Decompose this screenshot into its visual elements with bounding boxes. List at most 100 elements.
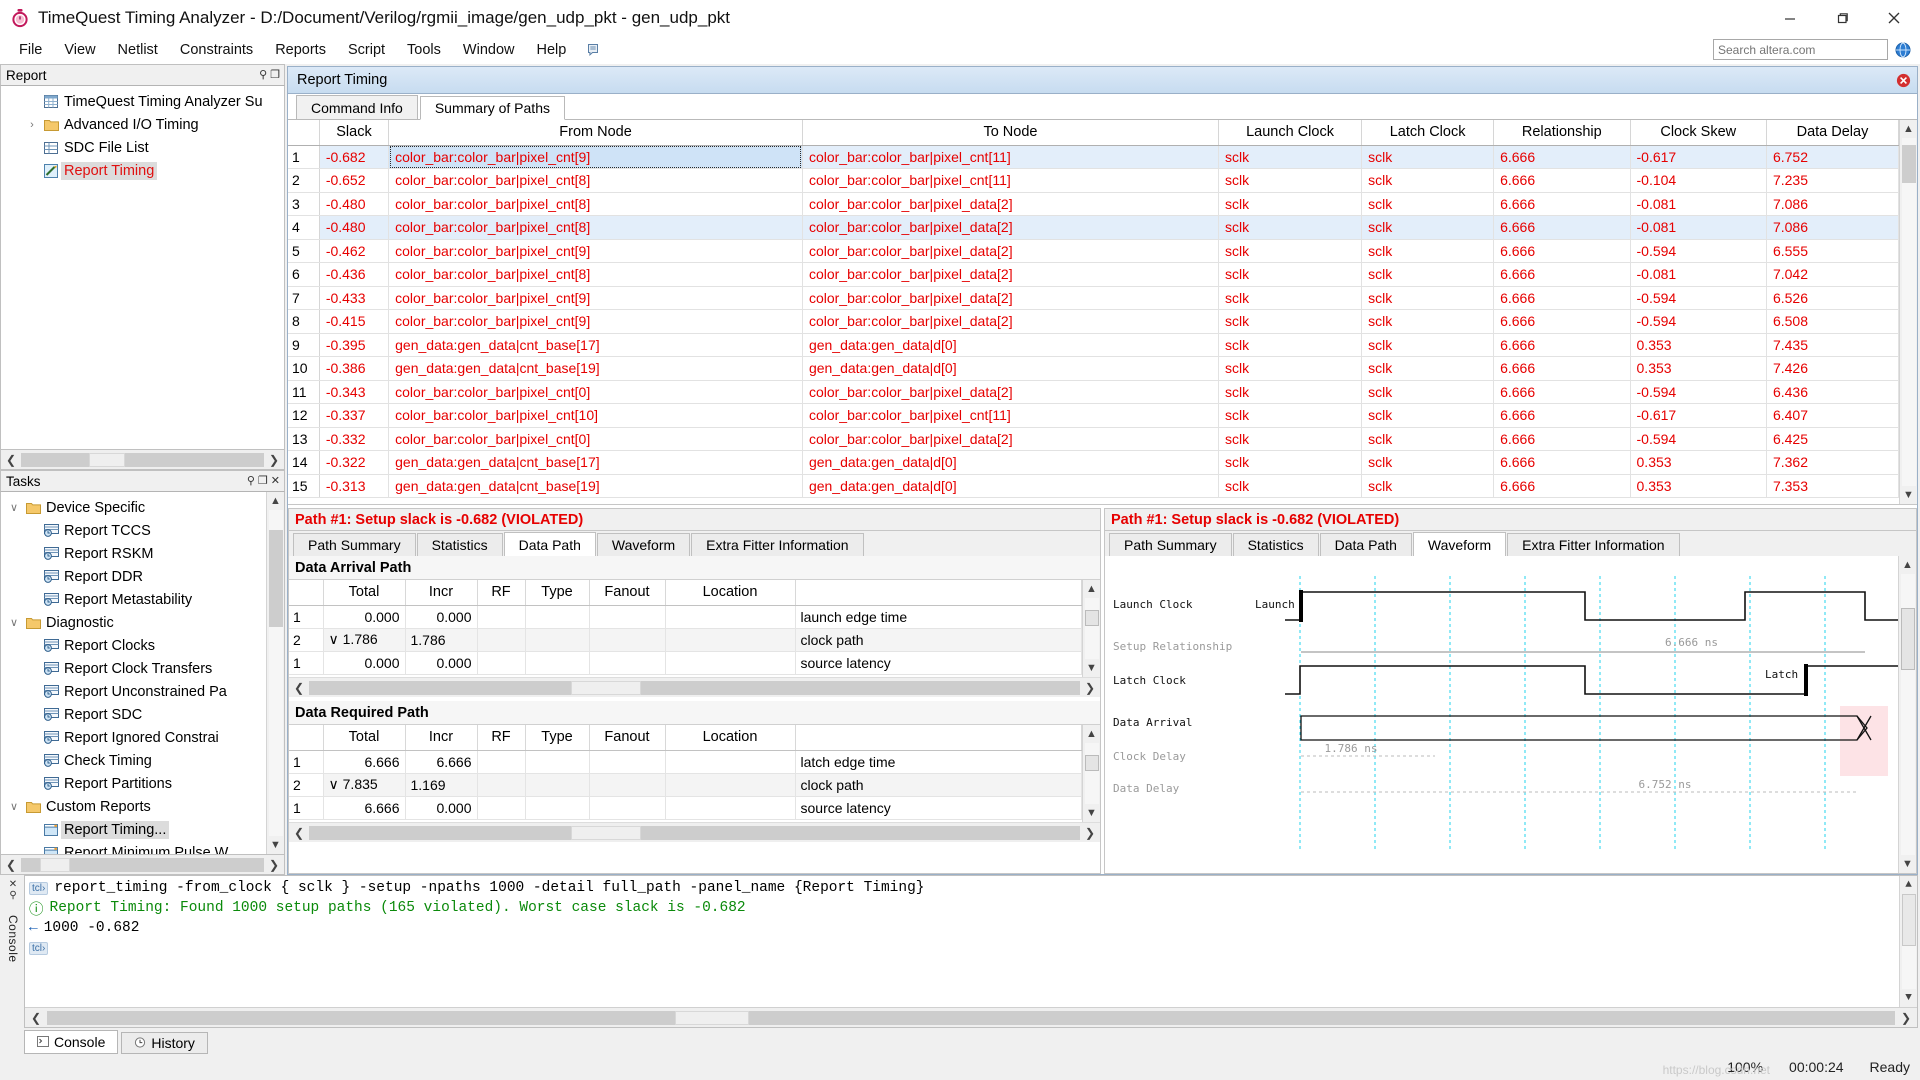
tree-item-diagnostic[interactable]: ∨ Diagnostic — [1, 611, 266, 634]
latch-clock-cell[interactable]: sclk — [1361, 286, 1495, 310]
data-delay-cell[interactable]: 6.436 — [1766, 380, 1899, 404]
latch-clock-cell[interactable]: sclk — [1361, 239, 1495, 263]
total-cell[interactable]: ∨ 7.835 — [323, 773, 406, 797]
from-node-cell[interactable]: gen_data:gen_data|cnt_base[17] — [388, 333, 803, 357]
from-node-cell[interactable]: color_bar:color_bar|pixel_cnt[0] — [388, 427, 803, 451]
summary-col-clock-skew[interactable]: Clock Skew — [1630, 120, 1767, 146]
relationship-cell[interactable]: 6.666 — [1493, 168, 1631, 193]
launch-clock-cell[interactable]: sclk — [1218, 215, 1363, 240]
relationship-cell[interactable]: 6.666 — [1493, 474, 1631, 498]
location-cell[interactable] — [665, 605, 796, 629]
scroll-up-icon[interactable]: ▲ — [1086, 580, 1097, 598]
tree-item-report-timing[interactable]: Report Timing — [1, 159, 284, 182]
scroll-left-icon[interactable]: ❮ — [1, 453, 21, 467]
tree-item-report-clock-transfers[interactable]: Report Clock Transfers — [1, 657, 266, 680]
row-number[interactable]: 5 — [288, 239, 320, 263]
tab-waveform[interactable]: Waveform — [1412, 532, 1507, 557]
table-row[interactable]: 10 -0.386 gen_data:gen_data|cnt_base[19] ge… — [288, 356, 1899, 381]
slack-cell[interactable]: -0.395 — [319, 333, 390, 357]
tab-extra-fitter-information[interactable]: Extra Fitter Information — [1507, 533, 1680, 556]
table-row[interactable]: 1 0.000 0.000 source latency — [289, 651, 1082, 675]
clock-skew-cell[interactable]: 0.353 — [1630, 333, 1767, 357]
pin-icon[interactable]: ⚲ — [259, 69, 267, 81]
relationship-cell[interactable]: 6.666 — [1493, 145, 1631, 169]
type-cell[interactable] — [525, 605, 590, 629]
float-icon[interactable]: ❐ — [270, 69, 280, 81]
launch-clock-cell[interactable]: sclk — [1218, 286, 1363, 310]
menu-window[interactable]: Window — [452, 39, 526, 61]
from-node-cell[interactable]: color_bar:color_bar|pixel_cnt[0] — [388, 380, 803, 404]
console-side-tab[interactable]: ✕ ⚲ Console — [2, 875, 24, 1028]
globe-icon[interactable] — [1894, 41, 1912, 59]
table-row[interactable]: 1 0.000 0.000 launch edge time — [289, 605, 1082, 629]
arrival-col-fanout[interactable]: Fanout — [589, 580, 666, 606]
relationship-cell[interactable]: 6.666 — [1493, 215, 1631, 240]
scroll-up-icon[interactable]: ▲ — [1086, 725, 1097, 743]
tree-item-check-timing[interactable]: Check Timing — [1, 749, 266, 772]
data-arrival-table[interactable]: Total Incr RF Type Fanout Location 1 0.000 0.00… — [289, 580, 1082, 675]
to-node-cell[interactable]: color_bar:color_bar|pixel_cnt[11] — [802, 145, 1219, 169]
from-node-cell[interactable]: gen_data:gen_data|cnt_base[19] — [388, 474, 803, 498]
menu-constraints[interactable]: Constraints — [169, 39, 264, 61]
clock-skew-cell[interactable]: -0.081 — [1630, 262, 1767, 287]
close-icon[interactable]: ✕ — [9, 879, 17, 890]
from-node-cell[interactable]: color_bar:color_bar|pixel_cnt[8] — [388, 192, 803, 216]
latch-clock-cell[interactable]: sclk — [1361, 168, 1495, 193]
to-node-cell[interactable]: color_bar:color_bar|pixel_data[2] — [802, 192, 1219, 216]
table-row[interactable]: 2 ∨ 1.786 1.786 clock path — [289, 628, 1082, 652]
tree-item-report-clocks[interactable]: Report Clocks — [1, 634, 266, 657]
table-row[interactable]: 1 6.666 6.666 latch edge time — [289, 750, 1082, 774]
fanout-cell[interactable] — [589, 796, 666, 820]
scroll-left-icon[interactable]: ❮ — [289, 681, 309, 695]
row-number[interactable]: 9 — [288, 333, 320, 357]
table-row[interactable]: 11 -0.343 color_bar:color_bar|pixel_cnt[0]… — [288, 380, 1899, 404]
description-cell[interactable]: source latency — [795, 651, 1082, 675]
tasks-tree-hscrollbar[interactable]: ❮ ❯ — [0, 855, 285, 875]
clock-skew-cell[interactable]: -0.594 — [1630, 286, 1767, 310]
summary-col-data-delay[interactable]: Data Delay — [1766, 120, 1899, 146]
required-col-incr[interactable]: Incr — [405, 725, 478, 751]
clock-skew-cell[interactable]: -0.594 — [1630, 427, 1767, 451]
tree-item-timequest-timing-analyzer-su[interactable]: TimeQuest Timing Analyzer Su — [1, 90, 284, 113]
table-row[interactable]: 14 -0.322 gen_data:gen_data|cnt_base[17] ge… — [288, 450, 1899, 475]
summary-col-launch-clock[interactable]: Launch Clock — [1218, 120, 1363, 146]
clock-skew-cell[interactable]: -0.617 — [1630, 145, 1767, 169]
relationship-cell[interactable]: 6.666 — [1493, 356, 1631, 381]
launch-clock-cell[interactable]: sclk — [1218, 474, 1363, 498]
required-col-n7[interactable] — [795, 725, 1082, 751]
description-cell[interactable]: clock path — [795, 773, 1082, 797]
total-cell[interactable]: 0.000 — [323, 605, 406, 629]
fanout-cell[interactable] — [589, 605, 666, 629]
row-number[interactable]: 8 — [288, 309, 320, 334]
tree-item-report-metastability[interactable]: Report Metastability — [1, 588, 266, 611]
clock-skew-cell[interactable]: -0.081 — [1630, 192, 1767, 216]
latch-clock-cell[interactable]: sclk — [1361, 427, 1495, 451]
from-node-cell[interactable]: color_bar:color_bar|pixel_cnt[9] — [388, 286, 803, 310]
data-delay-cell[interactable]: 7.042 — [1766, 262, 1899, 287]
chevron-right-icon[interactable]: › — [23, 119, 41, 131]
table-row[interactable]: 7 -0.433 color_bar:color_bar|pixel_cnt[9] c… — [288, 286, 1899, 310]
tab-history[interactable]: History — [121, 1032, 208, 1054]
slack-cell[interactable]: -0.480 — [319, 192, 390, 216]
launch-clock-cell[interactable]: sclk — [1218, 427, 1363, 451]
data-delay-cell[interactable]: 7.435 — [1766, 333, 1899, 357]
data-delay-cell[interactable]: 6.425 — [1766, 427, 1899, 451]
required-col-rf[interactable]: RF — [477, 725, 526, 751]
launch-clock-cell[interactable]: sclk — [1218, 145, 1363, 169]
relationship-cell[interactable]: 6.666 — [1493, 286, 1631, 310]
relationship-cell[interactable]: 6.666 — [1493, 192, 1631, 216]
fanout-cell[interactable] — [589, 750, 666, 774]
latch-clock-cell[interactable]: sclk — [1361, 262, 1495, 287]
type-cell[interactable] — [525, 651, 590, 675]
table-row[interactable]: 4 -0.480 color_bar:color_bar|pixel_cnt[8] c… — [288, 215, 1899, 240]
menu-view[interactable]: View — [53, 39, 106, 61]
table-row[interactable]: 3 -0.480 color_bar:color_bar|pixel_cnt[8] c… — [288, 192, 1899, 216]
rf-cell[interactable] — [477, 628, 526, 652]
menu-help[interactable]: Help — [525, 39, 577, 61]
scroll-right-icon[interactable]: ❯ — [1895, 1011, 1917, 1025]
row-number[interactable]: 1 — [289, 605, 324, 629]
row-number[interactable]: 1 — [289, 651, 324, 675]
table-row[interactable]: 2 -0.652 color_bar:color_bar|pixel_cnt[8] c… — [288, 168, 1899, 193]
search-input[interactable] — [1713, 39, 1888, 60]
scroll-down-icon[interactable]: ▼ — [1903, 486, 1914, 504]
